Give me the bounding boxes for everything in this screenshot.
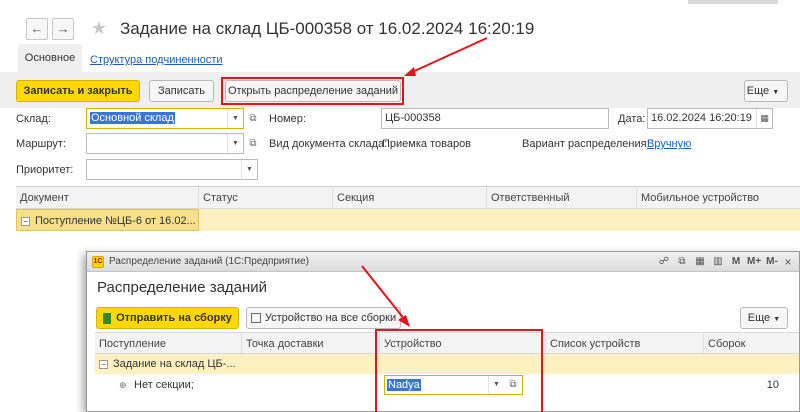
window-title: Распределение заданий (1С:Предприятие)	[109, 256, 309, 267]
arrow-left-icon: ←	[30, 21, 44, 36]
doc-kind-label: Вид документа склада:	[269, 138, 388, 150]
save-and-close-button[interactable]: Записать и закрыть	[16, 80, 140, 102]
route-field[interactable]: ▼ ⧉	[86, 133, 257, 154]
col-responsible[interactable]: Ответственный	[487, 187, 637, 209]
back-button[interactable]: ←	[26, 18, 48, 40]
collapse-icon[interactable]: −	[99, 359, 108, 369]
col-receipt[interactable]: Поступление	[95, 333, 242, 355]
col-device-list[interactable]: Список устройств	[546, 333, 704, 355]
receipt-value: Нет секции;	[134, 379, 194, 391]
col-section[interactable]: Секция	[333, 187, 487, 209]
window-top-strip	[0, 0, 800, 10]
expand-icon[interactable]: ⊕	[119, 380, 128, 391]
app-logo-icon: 1C	[92, 256, 104, 268]
modal-title: Распределение заданий	[97, 279, 268, 296]
tasks-table: Документ Статус Секция Ответственный Моб…	[16, 186, 800, 256]
date-field[interactable]: 16.02.2024 16:20:19 ▦	[647, 108, 773, 129]
more-button[interactable]: Еще ▼	[744, 80, 788, 102]
chevron-down-icon: ▼	[773, 316, 781, 323]
device-all-label: Устройство на все сборки	[264, 312, 397, 324]
tab-structure-link[interactable]: Структура подчиненности	[90, 54, 223, 66]
date-value: 16.02.2024 16:20:19	[651, 112, 752, 124]
table-row[interactable]: − Поступление №ЦБ-6 от 16.02...	[16, 209, 800, 231]
warehouse-field[interactable]: Основной склад ▼ ⧉	[86, 108, 257, 129]
col-status[interactable]: Статус	[199, 187, 333, 209]
open-icon[interactable]: ⧉	[245, 135, 261, 153]
warehouse-value: Основной склад	[90, 112, 175, 124]
number-value: ЦБ-000358	[385, 112, 441, 124]
col-delivery-point[interactable]: Точка доставки	[242, 333, 380, 355]
warehouse-label: Склад:	[16, 113, 51, 125]
more-label: Еще	[746, 85, 770, 97]
group-row-label: Задание на склад ЦБ-...	[113, 358, 236, 370]
device-all-button[interactable]: Устройство на все сборки	[246, 307, 401, 329]
calculator-icon[interactable]: ▦	[693, 255, 707, 269]
send-icon	[103, 312, 112, 324]
document-title: Задание на склад ЦБ-000358 от 16.02.2024…	[120, 19, 535, 38]
tab-main[interactable]: Основное	[18, 44, 82, 72]
assemblies-count: 10	[766, 379, 779, 391]
memory-icon[interactable]: M	[729, 255, 743, 269]
selected-cell[interactable]: − Поступление №ЦБ-6 от 16.02...	[16, 209, 199, 231]
link-icon[interactable]: ☍	[657, 255, 671, 269]
calendar-icon[interactable]: ▥	[711, 255, 725, 269]
doc-kind-value: Приемка товаров	[382, 138, 472, 150]
device-icon	[250, 313, 261, 324]
chevron-down-icon: ▼	[772, 89, 780, 96]
open-icon[interactable]: ⧉	[245, 110, 261, 128]
memory-minus-icon[interactable]: M-	[765, 255, 779, 269]
forward-button[interactable]: →	[52, 18, 74, 40]
route-label: Маршрут:	[16, 138, 66, 150]
col-document[interactable]: Документ	[16, 187, 199, 209]
col-assemblies[interactable]: Сборок	[704, 333, 799, 355]
tasks-table-header: Документ Статус Секция Ответственный Моб…	[16, 187, 800, 209]
priority-label: Приоритет:	[16, 164, 74, 176]
star-icon[interactable]: ★	[91, 17, 107, 39]
modal-more-button[interactable]: Еще ▼	[740, 307, 788, 329]
calendar-icon[interactable]: ▦	[756, 109, 772, 128]
annotation-arrow-top	[409, 37, 488, 74]
date-label: Дата:	[618, 113, 646, 125]
number-label: Номер:	[269, 113, 306, 125]
chevron-down-icon[interactable]: ▼	[241, 160, 257, 179]
arrow-right-icon: →	[56, 21, 70, 36]
modal-more-label: Еще	[747, 312, 771, 324]
variant-label: Вариант распределения:	[522, 138, 650, 150]
top-tab-strip	[688, 0, 778, 4]
send-to-assembly-button[interactable]: Отправить на сборку	[96, 307, 239, 329]
collapse-icon[interactable]: −	[21, 216, 30, 226]
annotation-box-open-distribution	[221, 77, 404, 105]
chevron-down-icon[interactable]: ▼	[227, 109, 243, 128]
send-label: Отправить на сборку	[116, 312, 232, 324]
variant-link[interactable]: Вручную	[647, 137, 691, 151]
priority-field[interactable]: ▼	[86, 159, 258, 180]
annotation-box-device-column	[375, 329, 543, 412]
save-button[interactable]: Записать	[149, 80, 214, 102]
receipt-cell: ⊕ Нет секции;	[119, 379, 194, 391]
row-document: Поступление №ЦБ-6 от 16.02...	[35, 215, 196, 227]
window-titlebar: 1C Распределение заданий (1С:Предприятие…	[87, 252, 799, 272]
col-device[interactable]: Мобильное устройство	[637, 187, 800, 209]
memory-plus-icon[interactable]: M+	[747, 255, 761, 269]
copy-icon[interactable]: ⧉	[675, 255, 689, 269]
number-field[interactable]: ЦБ-000358	[381, 108, 609, 129]
close-icon[interactable]: ×	[781, 255, 795, 269]
chevron-down-icon[interactable]: ▼	[227, 134, 243, 153]
